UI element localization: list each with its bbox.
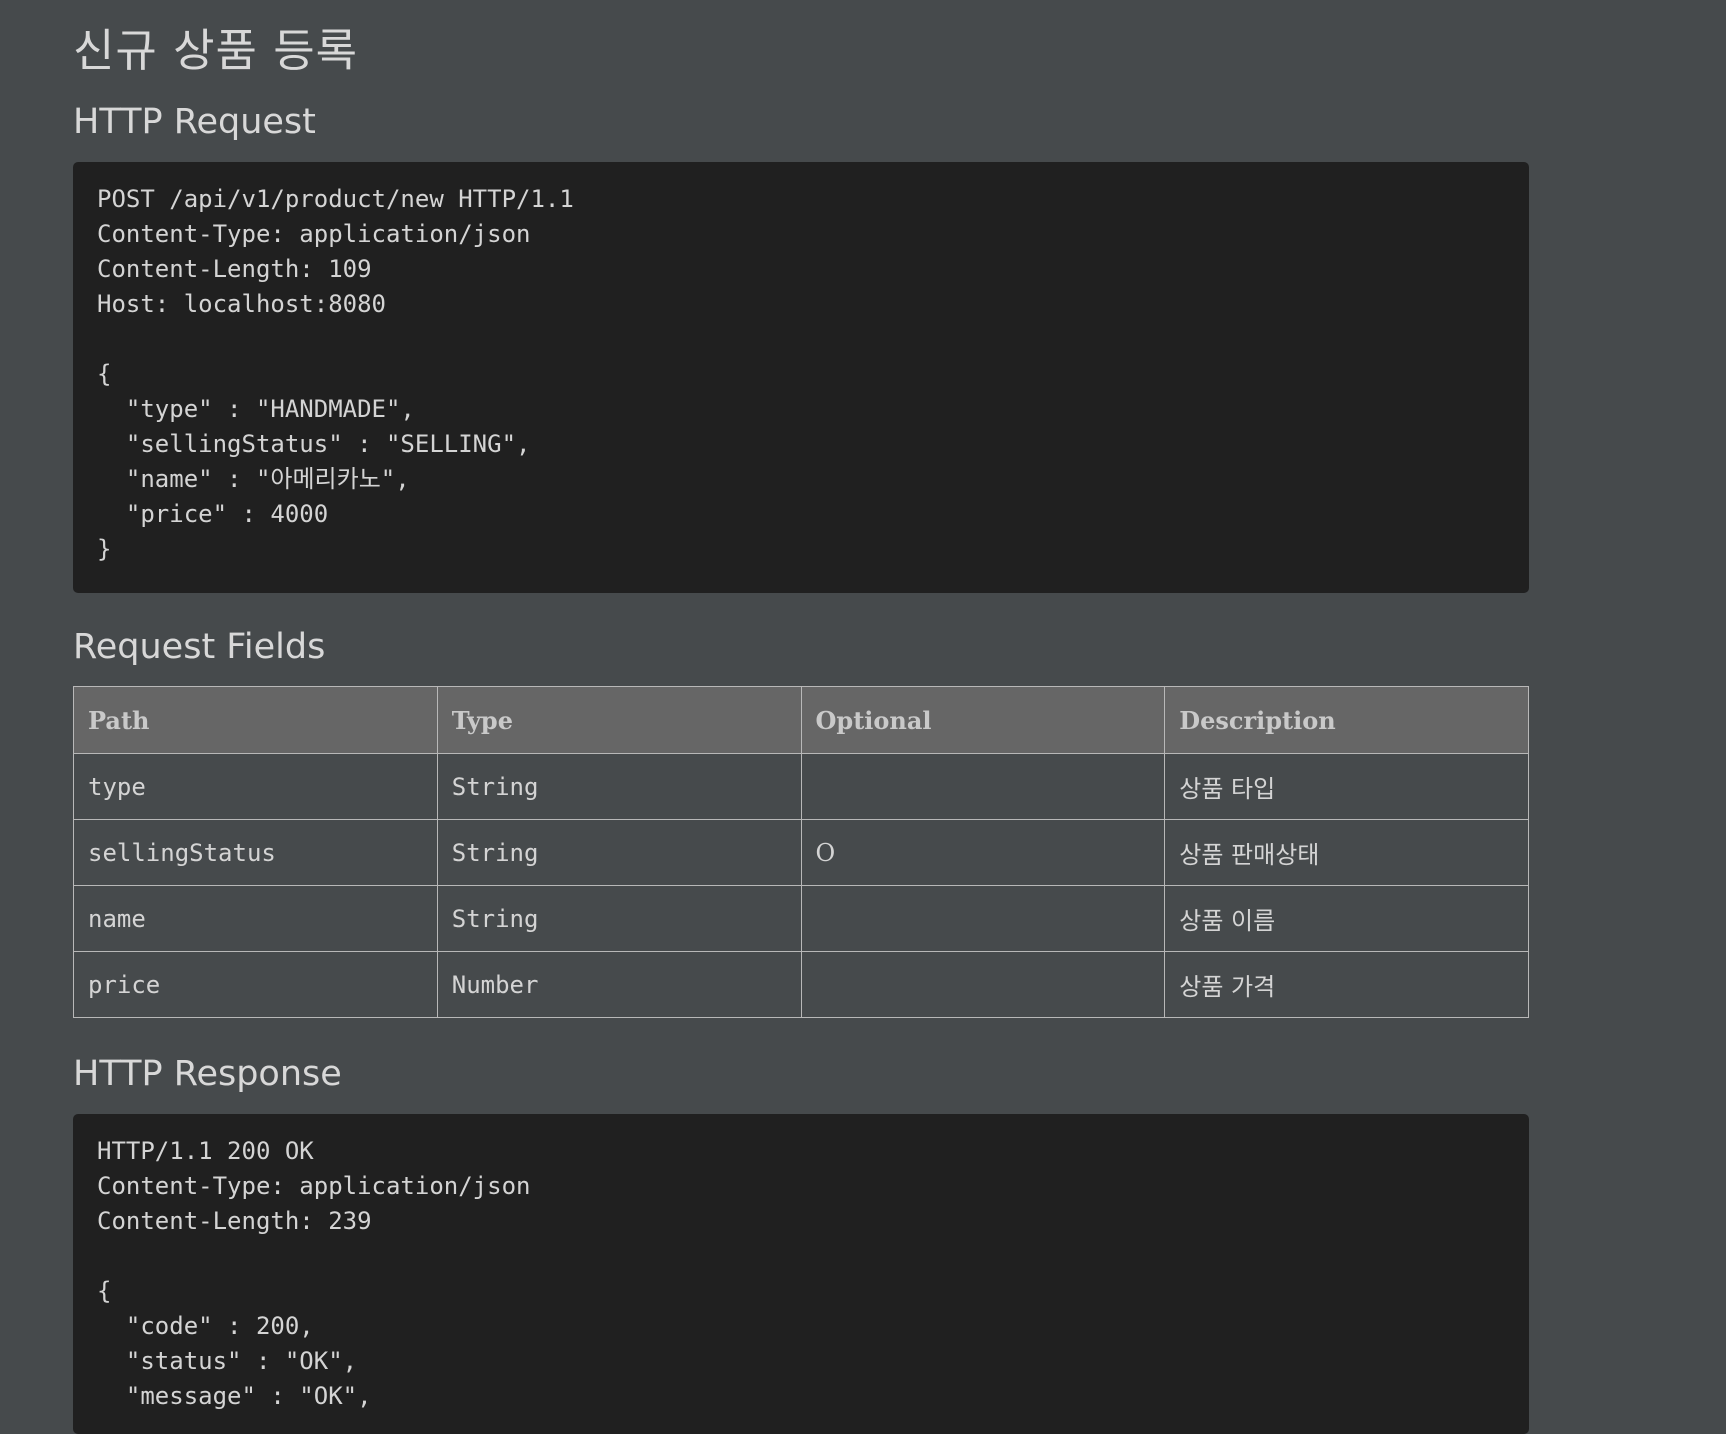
field-optional: O <box>800 819 1166 886</box>
table-row: sellingStatus String O 상품 판매상태 <box>73 819 1529 886</box>
column-header-path: Path <box>73 686 438 754</box>
table-row: name String 상품 이름 <box>73 885 1529 952</box>
table-row: price Number 상품 가격 <box>73 951 1529 1018</box>
column-header-description: Description <box>1164 686 1529 754</box>
field-description: 상품 가격 <box>1164 951 1529 1018</box>
http-response-code-block: HTTP/1.1 200 OK Content-Type: applicatio… <box>73 1114 1529 1434</box>
field-type: Number <box>436 951 802 1018</box>
column-header-type: Type <box>436 686 802 754</box>
request-fields-table: Path Type Optional Description type Stri… <box>73 686 1529 1018</box>
field-description: 상품 타입 <box>1164 753 1529 820</box>
column-header-optional: Optional <box>800 686 1166 754</box>
field-optional <box>800 885 1166 952</box>
page-title: 신규 상품 등록 <box>73 24 359 77</box>
http-response-heading: HTTP Response <box>73 1054 342 1094</box>
table-header-row: Path Type Optional Description <box>73 686 1529 754</box>
request-fields-heading: Request Fields <box>73 627 326 667</box>
field-optional <box>800 753 1166 820</box>
http-request-heading: HTTP Request <box>73 102 316 142</box>
table-row: type String 상품 타입 <box>73 753 1529 820</box>
field-path: sellingStatus <box>73 819 438 886</box>
field-type: String <box>436 885 802 952</box>
field-description: 상품 판매상태 <box>1164 819 1529 886</box>
field-path: price <box>73 951 438 1018</box>
field-type: String <box>436 753 802 820</box>
field-path: type <box>73 753 438 820</box>
field-type: String <box>436 819 802 886</box>
http-request-code-block: POST /api/v1/product/new HTTP/1.1 Conten… <box>73 162 1529 593</box>
field-optional <box>800 951 1166 1018</box>
field-description: 상품 이름 <box>1164 885 1529 952</box>
field-path: name <box>73 885 438 952</box>
